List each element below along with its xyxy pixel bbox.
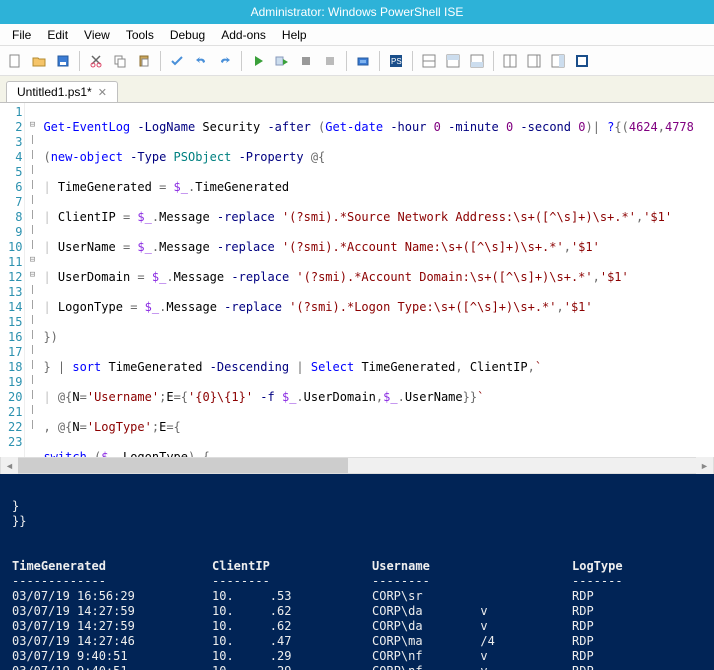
show-addon-button[interactable] [547,50,569,72]
layout1-button[interactable] [418,50,440,72]
show-script-button[interactable] [499,50,521,72]
stop-debug-button[interactable] [319,50,341,72]
layout3-button[interactable] [466,50,488,72]
cut-button[interactable] [85,50,107,72]
redo-button[interactable] [214,50,236,72]
menu-addons[interactable]: Add-ons [213,26,274,44]
line-gutter: 12345678910 11121314151617181920 212223 [0,103,25,457]
layout2-button[interactable] [442,50,464,72]
undo-button[interactable] [190,50,212,72]
copy-button[interactable] [109,50,131,72]
scroll-right-icon[interactable]: ► [696,457,713,474]
fold-gutter: ⊟|||||||| ⊟⊟|||||||| || [25,103,39,457]
cmd-pane-button[interactable] [571,50,593,72]
menu-debug[interactable]: Debug [162,26,213,44]
close-tab-icon[interactable]: ✕ [98,86,107,99]
scroll-thumb[interactable] [18,458,348,473]
table-row: 03/07/19 16:56:2910. .53CORP\srRDP [12,589,594,603]
paste-button[interactable] [133,50,155,72]
tab-strip: Untitled1.ps1* ✕ [0,76,714,102]
window-titlebar: Administrator: Windows PowerShell ISE [0,0,714,24]
ps-button[interactable]: PS [385,50,407,72]
tab-label: Untitled1.ps1* [17,85,92,99]
table-row: 03/07/19 9:40:5110. .29CORP\nf vRDP [12,664,594,670]
menubar: File Edit View Tools Debug Add-ons Help [0,24,714,46]
show-cmd-button[interactable] [523,50,545,72]
new-remote-button[interactable] [352,50,374,72]
console-pretext: } }} [12,499,26,528]
table-row: 03/07/19 14:27:5910. .62CORP\da vRDP [12,619,594,633]
table-row: 03/07/19 14:27:4610. .47CORP\ma /4RDP [12,634,594,648]
new-button[interactable] [4,50,26,72]
window-title: Administrator: Windows PowerShell ISE [251,5,464,19]
save-button[interactable] [52,50,74,72]
scroll-left-icon[interactable]: ◄ [1,457,18,474]
col-sep: ------------------------------------ [12,574,623,588]
code-area[interactable]: Get-EventLog -LogName Security -after (G… [39,103,714,457]
script-editor[interactable]: 12345678910 11121314151617181920 212223 … [0,102,714,457]
run-button[interactable] [247,50,269,72]
table-row: 03/07/19 14:27:5910. .62CORP\da vRDP [12,604,594,618]
svg-text:PS: PS [391,57,402,66]
run-selection-button[interactable] [271,50,293,72]
console-pane[interactable]: } }} TimeGeneratedClientIPUsernameLogTyp… [0,474,714,670]
open-button[interactable] [28,50,50,72]
menu-edit[interactable]: Edit [39,26,76,44]
script-tab[interactable]: Untitled1.ps1* ✕ [6,81,118,102]
menu-help[interactable]: Help [274,26,315,44]
stop-button[interactable] [295,50,317,72]
col-timegenerated: TimeGeneratedClientIPUsernameLogType [12,559,623,573]
toolbar: PS [0,46,714,76]
clear-button[interactable] [166,50,188,72]
editor-hscrollbar[interactable]: ◄ ► [0,457,714,474]
table-row: 03/07/19 9:40:5110. .29CORP\nf vRDP [12,649,594,663]
menu-tools[interactable]: Tools [118,26,162,44]
menu-file[interactable]: File [4,26,39,44]
menu-view[interactable]: View [76,26,118,44]
